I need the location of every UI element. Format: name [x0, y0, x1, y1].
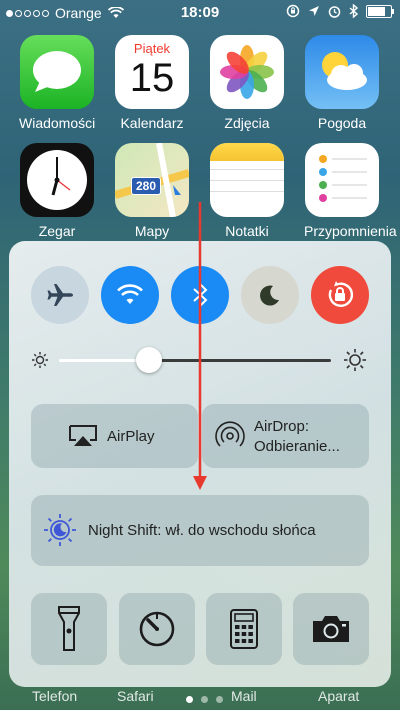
swipe-down-arrow	[193, 202, 207, 490]
